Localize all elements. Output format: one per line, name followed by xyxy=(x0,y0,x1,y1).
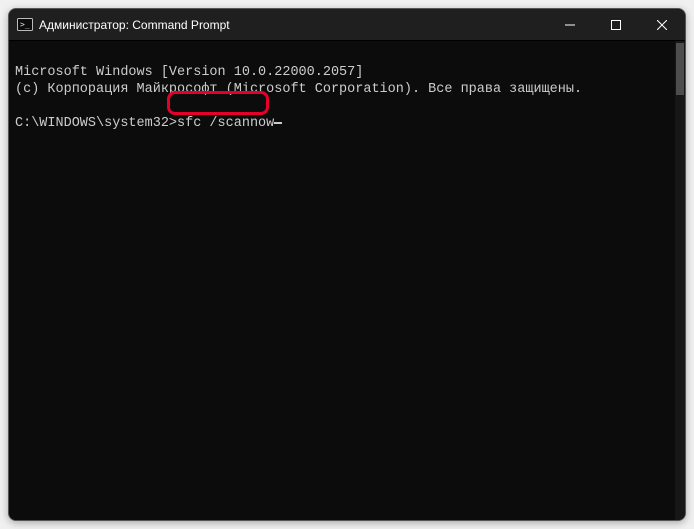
window-title: Администратор: Command Prompt xyxy=(39,18,230,32)
output-line: Microsoft Windows [Version 10.0.22000.20… xyxy=(15,65,363,80)
prompt-path: C:\WINDOWS\system32> xyxy=(15,116,177,131)
titlebar[interactable]: >_ Администратор: Command Prompt xyxy=(9,9,685,41)
command-prompt-window: >_ Администратор: Command Prompt Microso… xyxy=(8,8,686,521)
text-cursor xyxy=(274,122,282,124)
window-controls xyxy=(547,9,685,40)
output-line: (c) Корпорация Майкрософт (Microsoft Cor… xyxy=(15,82,582,97)
typed-command: sfc /scannow xyxy=(177,116,274,131)
vertical-scrollbar[interactable] xyxy=(675,41,685,520)
minimize-button[interactable] xyxy=(547,9,593,40)
svg-text:>_: >_ xyxy=(20,20,30,29)
prompt-line: C:\WINDOWS\system32>sfc /scannow xyxy=(15,116,282,131)
terminal-content[interactable]: Microsoft Windows [Version 10.0.22000.20… xyxy=(9,41,675,520)
cmd-icon: >_ xyxy=(17,17,33,33)
maximize-button[interactable] xyxy=(593,9,639,40)
terminal-body: Microsoft Windows [Version 10.0.22000.20… xyxy=(9,41,685,520)
close-button[interactable] xyxy=(639,9,685,40)
scrollbar-thumb[interactable] xyxy=(676,43,684,95)
